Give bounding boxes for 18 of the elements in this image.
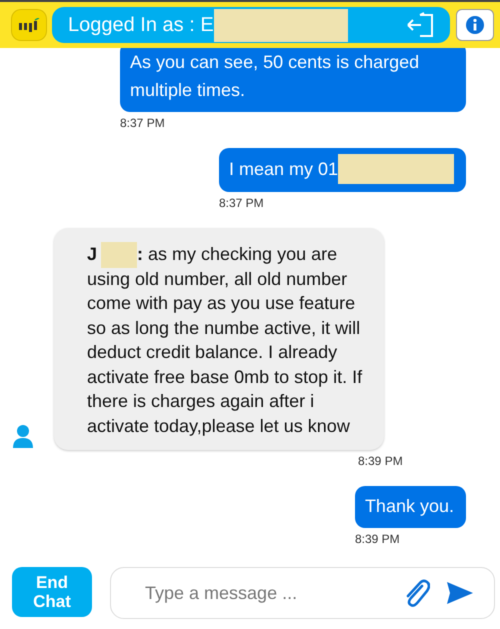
message-field[interactable]: Type a message ... xyxy=(143,582,386,604)
login-status: Logged In as : E xyxy=(68,14,214,36)
message-input[interactable]: Type a message ... xyxy=(110,567,495,619)
send-icon[interactable] xyxy=(446,581,474,605)
person-icon xyxy=(12,424,34,448)
message-time: 8:37 PM xyxy=(218,196,264,210)
logo-icon xyxy=(12,10,46,40)
message-time: 8:37 PM xyxy=(120,116,165,130)
message-text: I mean my 01 xyxy=(228,158,338,181)
end-chat-button[interactable]: End Chat xyxy=(12,567,92,617)
logout-icon[interactable] xyxy=(406,12,436,38)
info-icon xyxy=(465,15,485,35)
message-time: 8:39 PM xyxy=(358,454,403,468)
message-text: J : as my checking you are using old number, all old number come with pay as you use feature so as long the numbe active, it will deduct credit balance. I already activate free base 0mb to stop it. If there is charges again after i activate today,please let us know xyxy=(87,243,364,438)
message-text: As you can see, 50 cents is charged multiple times. xyxy=(130,51,420,102)
message-time: 8:39 PM xyxy=(354,532,400,546)
info-button[interactable] xyxy=(456,9,494,41)
message-text: Thank you. xyxy=(364,495,454,518)
